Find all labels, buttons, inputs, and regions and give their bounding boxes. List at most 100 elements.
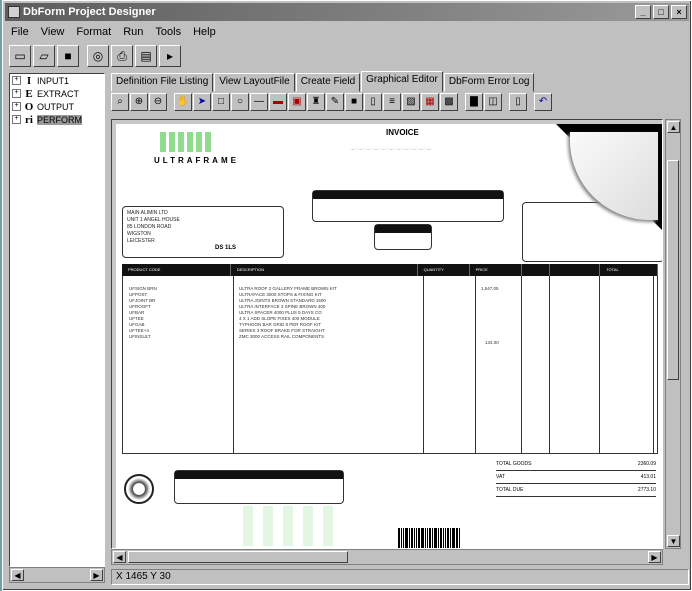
pen-icon[interactable]: ✎ (326, 93, 344, 111)
barcode-stripe (405, 528, 408, 548)
total-value: 2773.10 (637, 487, 656, 493)
rectangle-icon[interactable]: □ (212, 93, 230, 111)
total-label: VAT (496, 474, 505, 480)
expand-icon[interactable]: + (12, 102, 21, 111)
status-bar: X 1465 Y 30 (111, 569, 689, 585)
expand-icon[interactable]: + (12, 115, 21, 124)
tab-graphical-editor[interactable]: Graphical Editor (361, 71, 443, 92)
stamp-icon[interactable]: ♜ (307, 93, 325, 111)
find-icon[interactable]: ◎ (87, 45, 109, 67)
hscroll-thumb[interactable] (128, 551, 348, 563)
tab-create-field[interactable]: Create Field (295, 73, 361, 92)
scroll-right-icon[interactable]: ▶ (90, 569, 103, 581)
picture-icon[interactable]: ▨ (402, 93, 420, 111)
barcode-stripe (459, 528, 460, 548)
title-bar[interactable]: DbForm Project Designer _ □ × (5, 3, 689, 21)
barcode-stripe (432, 528, 433, 548)
tree-item-output[interactable]: + O OUTPUT (10, 100, 104, 113)
payment-box (174, 470, 344, 504)
zoom-out-icon[interactable]: ⊖ (149, 93, 167, 111)
barcode-stripe (418, 528, 420, 548)
tab-definition-file-listing[interactable]: Definition File Listing (111, 73, 214, 92)
address-box: MAIN ALIMIN LTD UNIT 1 ANGEL HOUSE 85 LO… (122, 206, 284, 258)
expand-icon[interactable]: + (12, 89, 21, 98)
graphical-editor-canvas[interactable]: INVOICE ULTRAFRAME — · — · — · — · — · —… (111, 119, 663, 549)
editor-toolbar: ⌕ ⊕ ⊖ ✋ ➤ □ ○ — ▬ ▣ ♜ ✎ ■ ▯ ≡ ▨ ▦ ▩ ▇ ◫ … (111, 93, 552, 115)
invoice-page: INVOICE ULTRAFRAME — · — · — · — · — · —… (116, 124, 662, 548)
scroll-down-icon[interactable]: ▼ (667, 535, 680, 547)
tree-item-extract[interactable]: + E EXTRACT (10, 87, 104, 100)
tab-view-layoutfile[interactable]: View LayoutFile (214, 73, 295, 92)
maximize-button[interactable]: □ (653, 5, 669, 19)
expand-icon[interactable]: + (12, 76, 21, 85)
menu-view[interactable]: View (41, 23, 65, 41)
zoom-fit-icon[interactable]: ⌕ (111, 93, 129, 111)
total-value: 2360.09 (637, 461, 656, 467)
ultraframe-logo: ULTRAFRAME (154, 132, 264, 180)
menu-file[interactable]: File (11, 23, 29, 41)
undo-icon[interactable]: ↶ (534, 93, 552, 111)
ellipse-icon[interactable]: ○ (231, 93, 249, 111)
cursor-coordinates: X 1465 Y 30 (116, 571, 171, 582)
menu-run[interactable]: Run (123, 23, 143, 41)
minimize-button[interactable]: _ (635, 5, 651, 19)
select-arrow-icon[interactable]: ➤ (193, 93, 211, 111)
tree-item-perform[interactable]: + ri PERFORM (10, 113, 104, 126)
postcode: DS 1LS (215, 245, 237, 251)
total-label: TOTAL DUE (496, 487, 524, 493)
new-file-icon[interactable]: ▭ (9, 45, 31, 67)
scroll-left-icon[interactable]: ◀ (113, 551, 126, 563)
page-icon[interactable]: ▯ (364, 93, 382, 111)
pan-icon[interactable]: ✋ (174, 93, 192, 111)
open-folder-icon[interactable]: ▱ (33, 45, 55, 67)
canvas-hscrollbar[interactable]: ◀ ▶ (111, 549, 663, 565)
vscroll-thumb[interactable] (667, 160, 679, 380)
barcode-stripe (403, 528, 404, 548)
barcode-icon[interactable]: ▦ (421, 93, 439, 111)
price-value: 134.00 (485, 340, 499, 345)
preview-icon[interactable]: ▤ (135, 45, 157, 67)
output-icon: O (24, 100, 34, 113)
address-line: 85 LONDON ROAD (127, 224, 172, 230)
barcode-stripe (409, 528, 410, 548)
tree-item-label: OUTPUT (37, 101, 74, 112)
run-icon[interactable]: ▸ (159, 45, 181, 67)
barcode-stripe (443, 528, 444, 548)
column-header: PRODUCT CODE (122, 264, 231, 276)
monitor-icon[interactable]: ▇ (465, 93, 483, 111)
tab-dbform-error-log[interactable]: DbForm Error Log (443, 73, 535, 92)
blank-page-icon[interactable]: ▯ (509, 93, 527, 111)
line-items-body: UFSIGN BRN UFPOST UFJOINT BR UFROOFT UFB… (122, 276, 658, 546)
image-icon[interactable]: ▩ (440, 93, 458, 111)
window-icon[interactable]: ◫ (484, 93, 502, 111)
menu-format[interactable]: Format (76, 23, 111, 41)
canvas-vscrollbar[interactable]: ▲ ▼ (665, 119, 681, 549)
menu-help[interactable]: Help (193, 23, 216, 41)
scroll-right-icon[interactable]: ▶ (648, 551, 661, 563)
total-value: 413.01 (640, 474, 656, 480)
scroll-up-icon[interactable]: ▲ (667, 121, 680, 133)
fill-black-icon[interactable]: ■ (345, 93, 363, 111)
close-button[interactable]: × (671, 5, 687, 19)
column-header: PRICE (470, 264, 522, 276)
input-icon: I (26, 74, 32, 87)
barcode-stripe (438, 528, 439, 548)
block-icon[interactable]: ▣ (288, 93, 306, 111)
barcode-stripe (425, 528, 426, 548)
zoom-in-icon[interactable]: ⊕ (130, 93, 148, 111)
description: ZMC 3000 ACCESS RAIL COMPONENTS (239, 334, 325, 339)
scroll-left-icon[interactable]: ◀ (11, 569, 24, 581)
text-field-icon[interactable]: ≡ (383, 93, 401, 111)
tree-hscrollbar[interactable]: ◀ ▶ (9, 567, 105, 583)
project-tree: + I INPUT1 + E EXTRACT + O OUTPUT + ri P… (9, 73, 105, 567)
column-header: DESCRIPTION (231, 264, 418, 276)
tree-item-input[interactable]: + I INPUT1 (10, 74, 104, 87)
print-icon[interactable]: ⎙ (111, 45, 133, 67)
menu-bar: File View Format Run Tools Help (7, 23, 216, 41)
field-icon[interactable]: ▬ (269, 93, 287, 111)
save-icon[interactable]: ■ (57, 45, 79, 67)
line-icon[interactable]: — (250, 93, 268, 111)
extract-icon: E (25, 87, 33, 100)
barcode-stripe (411, 528, 413, 548)
menu-tools[interactable]: Tools (155, 23, 181, 41)
